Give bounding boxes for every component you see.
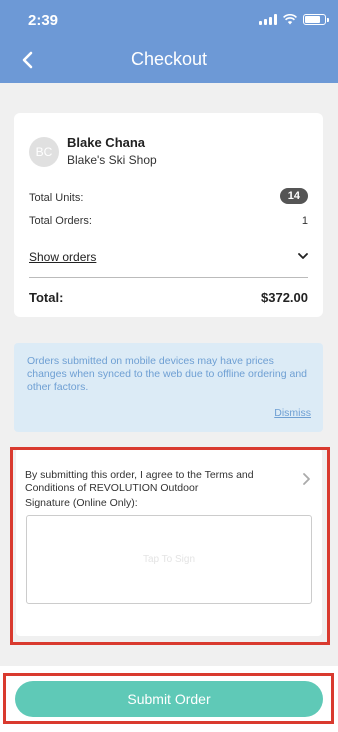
signature-placeholder: Tap To Sign xyxy=(142,554,196,565)
submit-order-button[interactable]: Submit Order xyxy=(15,681,323,717)
wifi-icon xyxy=(283,14,297,25)
terms-text: By submitting this order, I agree to the… xyxy=(25,469,254,494)
notice-text: Orders submitted on mobile devices may h… xyxy=(27,355,308,393)
status-time: 2:39 xyxy=(28,12,59,29)
total-label: Total: xyxy=(29,290,64,305)
total-orders-value: 1 xyxy=(301,215,308,227)
show-orders-link[interactable]: Show orders xyxy=(29,250,96,264)
battery-icon xyxy=(303,14,329,25)
page-title: Checkout xyxy=(130,49,208,69)
divider xyxy=(29,277,308,278)
terms-signature-card: By submitting this order, I agree to the… xyxy=(16,448,322,636)
chevron-down-icon[interactable] xyxy=(297,251,309,261)
status-icons xyxy=(259,14,329,25)
total-units-label: Total Units: xyxy=(29,192,84,204)
total-value: $372.00 xyxy=(261,290,308,305)
order-summary-card: BC Blake Chana Blake's Ski Shop Total Un… xyxy=(14,113,323,317)
dismiss-link[interactable]: Dismiss xyxy=(274,407,311,419)
customer-name: Blake Chana xyxy=(67,135,146,150)
total-units-badge: 14 xyxy=(279,188,308,204)
cellular-signal-icon xyxy=(259,14,277,25)
signature-pad[interactable]: Tap To Sign xyxy=(26,515,312,604)
chevron-right-icon[interactable] xyxy=(302,472,312,486)
shop-name: Blake's Ski Shop xyxy=(67,153,157,167)
total-orders-label: Total Orders: xyxy=(29,215,92,227)
header-bar: 2:39 Checkout xyxy=(0,0,338,83)
sync-notice-banner: Orders submitted on mobile devices may h… xyxy=(14,343,323,432)
signature-label: Signature (Online Only): xyxy=(25,497,138,509)
avatar: BC xyxy=(29,137,59,167)
